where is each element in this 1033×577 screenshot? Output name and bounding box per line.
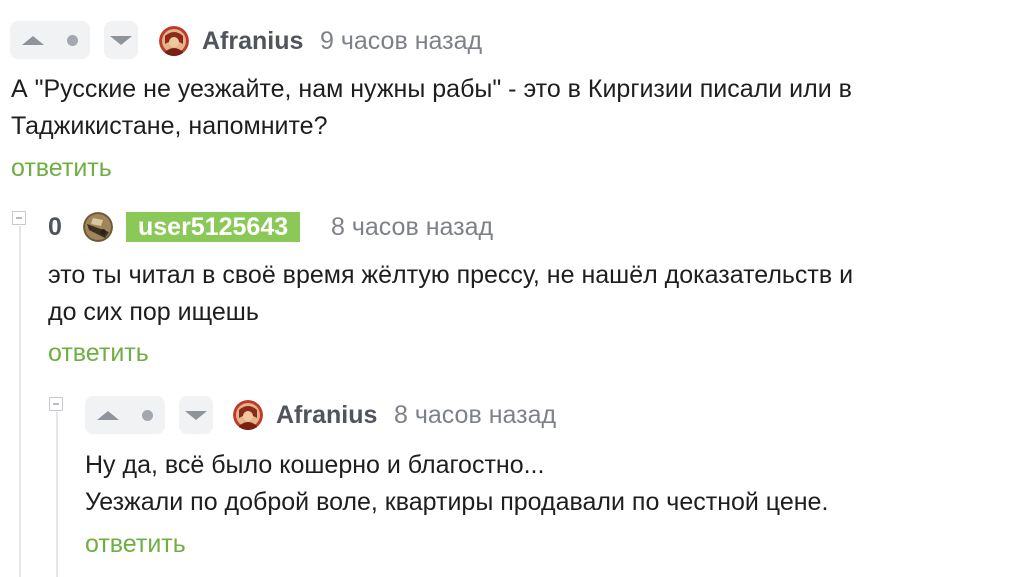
comment-time[interactable]: 9 часов назад xyxy=(320,26,482,56)
vote-rating-pill xyxy=(10,21,90,59)
vote-widget xyxy=(85,396,213,434)
downvote-icon xyxy=(110,35,132,45)
vote-rating-pill xyxy=(85,396,165,434)
comment-time[interactable]: 8 часов назад xyxy=(331,212,493,242)
comment-author[interactable]: Afranius xyxy=(202,26,303,56)
downvote-icon xyxy=(185,410,207,420)
thread-branch-line xyxy=(56,412,58,577)
avatar-image-icon xyxy=(83,212,113,242)
reply-button[interactable]: ответить xyxy=(85,529,186,559)
comment-text-line: это ты читал в своё время жёлтую прессу,… xyxy=(48,261,854,289)
comment-text-line: Ну да, всё было кошерно и благостно... xyxy=(85,451,545,479)
downvote-button[interactable] xyxy=(104,21,138,59)
thread-branch-line xyxy=(19,226,21,577)
avatar-image-icon xyxy=(159,26,189,56)
reply-button[interactable]: ответить xyxy=(11,153,112,183)
upvote-icon[interactable] xyxy=(22,35,44,45)
avatar[interactable] xyxy=(233,400,263,430)
rating-hidden-icon xyxy=(142,409,153,421)
comment-text-line: Уезжали по доброй воле, квартиры продава… xyxy=(85,488,829,516)
reply-button[interactable]: ответить xyxy=(48,338,149,368)
user-badge[interactable]: user5125643 xyxy=(126,212,301,242)
collapse-thread-button[interactable] xyxy=(12,211,26,225)
comment-text-line: Таджикистане, напомните? xyxy=(11,112,328,140)
comment-text-line: А "Русские не уезжайте, нам нужны рабы" … xyxy=(11,75,852,103)
comment-author[interactable]: Afranius xyxy=(276,400,377,430)
downvote-button[interactable] xyxy=(179,396,213,434)
comment-time[interactable]: 8 часов назад xyxy=(394,400,556,430)
vote-widget xyxy=(10,21,138,59)
avatar[interactable] xyxy=(159,26,189,56)
collapse-thread-button[interactable] xyxy=(49,397,63,411)
rating-hidden-icon xyxy=(67,34,78,46)
avatar[interactable] xyxy=(83,212,113,242)
avatar-image-icon xyxy=(233,400,263,430)
upvote-icon[interactable] xyxy=(97,410,119,420)
comment-text-line: до сих пор ищешь xyxy=(48,298,259,326)
comment-rating: 0 xyxy=(48,213,62,241)
